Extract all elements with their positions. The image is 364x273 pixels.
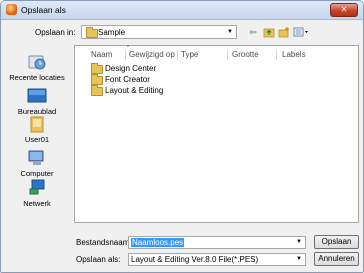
cancel-button[interactable]: Annuleren — [314, 252, 359, 266]
current-folder: Sample — [98, 28, 126, 37]
desktop-icon — [27, 87, 47, 105]
filename-field[interactable]: Naamloos.pes ▼ — [128, 236, 306, 249]
save-as-type-value: Layout & Editing Ver.8.0 File(*.PES) — [131, 255, 259, 264]
save-as-dialog: Opslaan als ✕ Opslaan in: Sample ▼ ⇦ Rec… — [0, 0, 364, 273]
up-folder-icon[interactable] — [263, 26, 275, 38]
place-desktop[interactable]: Bureaublad — [6, 87, 68, 116]
computer-icon — [27, 149, 47, 167]
list-item-name: Design Center — [105, 64, 157, 73]
column-divider[interactable] — [276, 50, 277, 60]
app-icon — [6, 4, 17, 15]
recent-locations-icon — [27, 53, 47, 71]
network-icon — [27, 179, 47, 197]
file-list[interactable]: Naam ^ Gewijzigd op Type Grootte Labels … — [74, 45, 359, 223]
filename-label: Bestandsnaam: — [76, 238, 132, 247]
place-label: User01 — [24, 135, 50, 144]
place-network[interactable]: Netwerk — [6, 179, 68, 208]
column-header-modified[interactable]: Gewijzigd op — [129, 50, 175, 59]
column-header-name[interactable]: Naam — [91, 50, 112, 59]
place-label: Netwerk — [23, 199, 51, 208]
save-in-combo[interactable]: Sample ▼ — [81, 25, 237, 39]
folder-icon — [91, 74, 103, 85]
views-menu-icon[interactable] — [293, 26, 309, 38]
place-recent-locations[interactable]: Recente locaties — [6, 53, 68, 82]
new-folder-icon[interactable] — [278, 26, 290, 38]
place-user-folder[interactable]: User01 — [6, 115, 68, 144]
places-bar: Recente locaties Bureaublad User01 Compu… — [6, 45, 68, 223]
folder-icon — [91, 85, 103, 96]
back-arrow-icon[interactable]: ⇦ — [247, 26, 259, 38]
save-as-type-select[interactable]: Layout & Editing Ver.8.0 File(*.PES) ▼ — [128, 253, 306, 266]
chevron-down-icon[interactable]: ▼ — [294, 238, 304, 247]
column-divider[interactable] — [125, 50, 126, 60]
filename-value-wrap: Naamloos.pes — [131, 238, 185, 247]
folder-icon — [91, 63, 103, 74]
save-in-label: Opslaan in: — [35, 28, 76, 37]
column-header-size[interactable]: Grootte — [232, 50, 259, 59]
column-divider[interactable] — [227, 50, 228, 60]
window-title: Opslaan als — [21, 5, 66, 15]
close-button[interactable]: ✕ — [330, 3, 358, 17]
list-item-name: Font Creator — [105, 75, 150, 84]
save-as-type-label: Opslaan als: — [76, 255, 121, 264]
place-computer[interactable]: Computer — [6, 149, 68, 178]
user-folder-icon — [27, 115, 47, 133]
column-header-type[interactable]: Type — [181, 50, 198, 59]
column-divider[interactable] — [177, 50, 178, 60]
chevron-down-icon[interactable]: ▼ — [294, 255, 304, 264]
title-bar: Opslaan als ✕ — [1, 1, 363, 20]
chevron-down-icon[interactable]: ▼ — [224, 26, 236, 38]
filename-value[interactable]: Naamloos.pes — [131, 238, 185, 247]
column-header-labels[interactable]: Labels — [282, 50, 306, 59]
folder-icon — [86, 27, 98, 38]
list-item-name: Layout & Editing — [105, 86, 164, 95]
place-label: Computer — [20, 169, 54, 178]
place-label: Recente locaties — [9, 73, 65, 82]
save-button[interactable]: Opslaan — [314, 235, 359, 249]
